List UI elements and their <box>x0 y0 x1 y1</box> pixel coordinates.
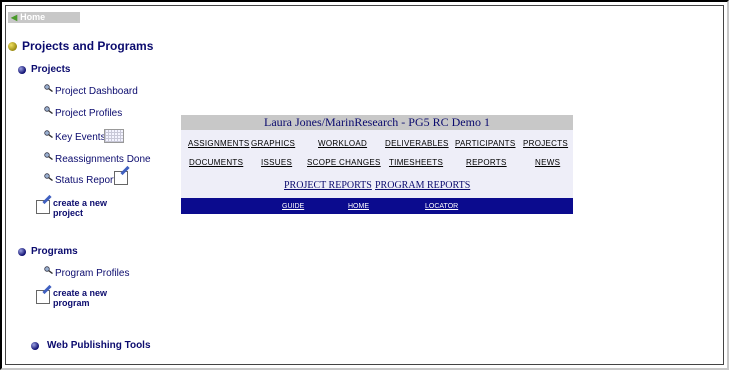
programs-heading[interactable]: Programs <box>31 246 78 257</box>
section-title: Projects and Programs <box>22 39 154 53</box>
create-project-line2: project <box>53 208 84 218</box>
footer-home[interactable]: HOME <box>348 203 369 210</box>
project-dashboard-label: Project Dashboard <box>55 86 138 97</box>
web-publishing-tools-heading[interactable]: Web Publishing Tools <box>47 340 151 351</box>
create-project-link[interactable]: create a new project <box>53 198 107 218</box>
menu-scope-changes[interactable]: SCOPE CHANGES <box>307 158 381 167</box>
menu-program-reports[interactable]: PROGRAM REPORTS <box>375 180 470 191</box>
blue-bullet-icon <box>18 248 26 256</box>
status-reports-label: Status Reports <box>55 175 122 186</box>
menu-assignments[interactable]: ASSIGNMENTS <box>188 139 250 148</box>
magnifier-icon <box>44 266 53 274</box>
reassignments-done-label: Reassignments Done <box>55 154 151 165</box>
key-events-label: Key Events <box>55 132 106 143</box>
menu-project-reports[interactable]: PROJECT REPORTS <box>284 180 372 191</box>
footer-locator[interactable]: LOCATOR <box>425 203 458 210</box>
home-button[interactable]: ◀ Home <box>8 12 80 23</box>
magnifier-icon <box>44 152 53 160</box>
menu-projects[interactable]: PROJECTS <box>523 139 568 148</box>
create-program-line1: create a new <box>53 288 108 298</box>
menu-graphics[interactable]: GRAPHICS <box>251 139 295 148</box>
create-program-link[interactable]: create a new program <box>53 288 107 308</box>
blue-bullet-icon <box>31 342 39 350</box>
magnifier-icon <box>44 173 53 181</box>
menu-footer-bar <box>181 198 573 214</box>
menu-participants[interactable]: PARTICIPANTS <box>455 139 516 148</box>
create-project-line1: create a new <box>53 198 108 208</box>
projects-heading[interactable]: Projects <box>31 64 70 75</box>
calendar-grid-icon[interactable] <box>104 129 124 143</box>
home-button-label: Home <box>20 12 46 22</box>
menu-timesheets[interactable]: TIMESHEETS <box>389 158 443 167</box>
menu-panel-title: Laura Jones/MarinResearch - PG5 RC Demo … <box>181 115 573 130</box>
create-program-line2: program <box>53 298 90 308</box>
notepad-pen-icon[interactable] <box>36 284 52 304</box>
arrow-left-icon: ◀ <box>11 13 18 22</box>
menu-reports[interactable]: REPORTS <box>466 158 507 167</box>
program-profiles-label: Program Profiles <box>55 268 130 279</box>
olive-bullet-icon <box>8 42 17 51</box>
menu-documents[interactable]: DOCUMENTS <box>189 158 243 167</box>
blue-bullet-icon <box>18 66 26 74</box>
notepad-pen-icon[interactable] <box>36 194 52 214</box>
menu-workload[interactable]: WORKLOAD <box>318 139 367 148</box>
magnifier-icon <box>44 84 53 92</box>
footer-guide[interactable]: GUIDE <box>282 203 304 210</box>
project-profiles-label: Project Profiles <box>55 108 123 119</box>
magnifier-icon <box>44 130 53 138</box>
notepad-pen-icon[interactable] <box>114 165 130 185</box>
magnifier-icon <box>44 106 53 114</box>
menu-news[interactable]: NEWS <box>535 158 560 167</box>
menu-deliverables[interactable]: DELIVERABLES <box>385 139 449 148</box>
menu-issues[interactable]: ISSUES <box>261 158 292 167</box>
